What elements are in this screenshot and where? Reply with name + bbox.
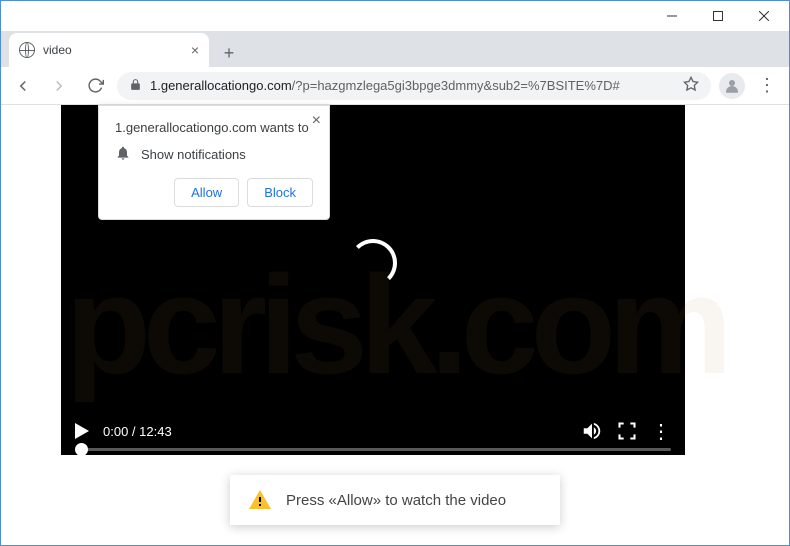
window-minimize-button[interactable] <box>649 1 695 31</box>
reload-button[interactable] <box>81 72 109 100</box>
url-text: 1.generallocationgo.com/?p=hazgmzlega5gi… <box>150 78 675 93</box>
allow-button[interactable]: Allow <box>174 178 239 207</box>
tab-title: video <box>43 43 183 57</box>
lock-icon <box>129 78 142 94</box>
window-maximize-button[interactable] <box>695 1 741 31</box>
popup-actions: Allow Block <box>115 178 313 207</box>
notification-permission-popup: × 1.generallocationgo.com wants to Show … <box>98 105 330 220</box>
window-titlebar <box>1 1 789 31</box>
popup-close-button[interactable]: × <box>312 112 321 130</box>
popup-option-text: Show notifications <box>141 147 246 162</box>
progress-track <box>75 448 671 451</box>
new-tab-button[interactable]: + <box>215 39 243 67</box>
page-content: 0:00 / 12:43 ⋮ × 1.generallocationgo.com… <box>1 105 789 545</box>
profile-avatar[interactable] <box>719 73 745 99</box>
popup-option-row: Show notifications <box>115 145 313 164</box>
warning-icon <box>248 488 272 512</box>
browser-tab[interactable]: video × <box>9 33 209 67</box>
globe-icon <box>19 42 35 58</box>
back-button[interactable] <box>9 72 37 100</box>
bottom-message-bar: Press «Allow» to watch the video <box>230 475 560 525</box>
bottom-message-text: Press «Allow» to watch the video <box>286 492 506 509</box>
fullscreen-button[interactable] <box>617 421 637 441</box>
window-close-button[interactable] <box>741 1 787 31</box>
tab-strip: video × + <box>1 31 789 67</box>
progress-thumb[interactable] <box>75 443 88 456</box>
popup-heading: 1.generallocationgo.com wants to <box>115 120 313 135</box>
address-bar[interactable]: 1.generallocationgo.com/?p=hazgmzlega5gi… <box>117 72 711 100</box>
video-more-button[interactable]: ⋮ <box>651 419 671 444</box>
browser-menu-button[interactable]: ⋮ <box>753 72 781 100</box>
video-time: 0:00 / 12:43 <box>103 424 172 439</box>
volume-button[interactable] <box>581 420 603 442</box>
browser-window: video × + 1.generallocationgo.com/?p=haz… <box>0 0 790 546</box>
video-progress-bar[interactable] <box>75 448 671 451</box>
block-button[interactable]: Block <box>247 178 313 207</box>
play-button[interactable] <box>75 423 89 439</box>
loading-spinner-icon <box>349 239 397 287</box>
tab-close-button[interactable]: × <box>191 42 199 58</box>
bell-icon <box>115 145 131 164</box>
bookmark-star-icon[interactable] <box>683 76 699 95</box>
forward-button[interactable] <box>45 72 73 100</box>
browser-toolbar: 1.generallocationgo.com/?p=hazgmzlega5gi… <box>1 67 789 105</box>
